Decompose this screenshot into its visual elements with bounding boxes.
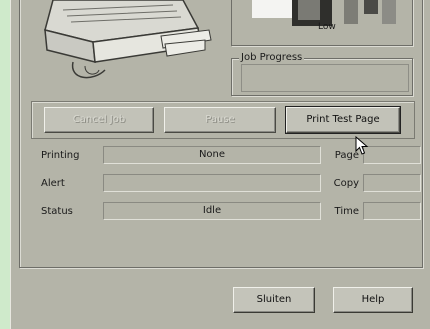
status-value: Idle — [103, 202, 321, 220]
job-progress-bar — [241, 64, 409, 92]
time-value — [363, 202, 421, 220]
printing-value: None — [103, 146, 321, 164]
time-label: Time — [334, 206, 359, 217]
copy-label: Copy — [333, 178, 359, 189]
help-button[interactable]: Help — [333, 287, 413, 313]
alert-label: Alert — [41, 178, 65, 189]
page-value — [363, 146, 421, 164]
close-button[interactable]: Sluiten — [233, 287, 315, 313]
job-progress-title: Job Progress — [239, 52, 305, 63]
toner-gauge-panel: Low — [231, 0, 413, 46]
alert-value — [103, 174, 321, 192]
printer-illustration-icon — [44, 0, 212, 79]
status-row-status: Status Idle Time — [33, 202, 421, 222]
printer-status-dialog: Low Job Progress Cancel Job Pause Print … — [10, 0, 430, 329]
action-button-row: Cancel Job Pause Print Test Page — [31, 101, 415, 139]
cancel-job-button[interactable]: Cancel Job — [44, 107, 154, 133]
mouse-pointer-icon — [355, 136, 369, 155]
print-test-page-button[interactable]: Print Test Page — [285, 106, 401, 134]
screen: Low Job Progress Cancel Job Pause Print … — [0, 0, 430, 329]
page-label: Page — [334, 150, 359, 161]
status-row-alert: Alert Copy — [33, 174, 421, 194]
toner-low-label: Low — [318, 22, 336, 32]
printing-label: Printing — [41, 150, 80, 161]
status-label: Status — [41, 206, 73, 217]
copy-value — [363, 174, 421, 192]
pause-button[interactable]: Pause — [164, 107, 276, 133]
